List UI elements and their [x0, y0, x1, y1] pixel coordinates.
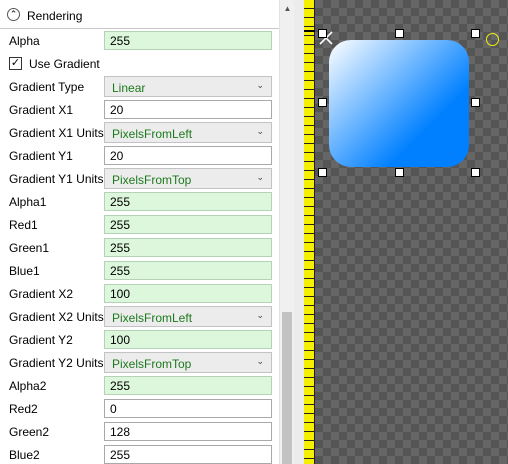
scroll-up-icon[interactable]: ▲: [280, 0, 295, 17]
resize-handle-top-right[interactable]: [471, 29, 480, 38]
use-gradient-checkbox[interactable]: ✓: [9, 57, 22, 70]
gradient-y1-units-label: Gradient Y1 Units: [9, 172, 104, 186]
gradient-x2-units-select[interactable]: PixelsFromLeft ⌄: [104, 306, 272, 327]
gradient-x2-units-label: Gradient X2 Units: [9, 310, 104, 324]
chevron-down-icon[interactable]: ⌄: [256, 80, 264, 91]
property-row-blue2: Blue2 255: [0, 443, 279, 464]
section-title: Rendering: [27, 9, 83, 23]
property-row-gradient-x1: Gradient X1 20: [0, 98, 279, 121]
gradient-type-label: Gradient Type: [9, 80, 85, 94]
gradient-type-select[interactable]: Linear ⌄: [104, 76, 272, 97]
rotate-handle[interactable]: [486, 33, 499, 46]
property-row-green1: Green1 255: [0, 236, 279, 259]
property-row-gradient-x2-units: Gradient X2 Units PixelsFromLeft ⌄: [0, 305, 279, 328]
property-row-blue1: Blue1 255: [0, 259, 279, 282]
alpha1-label: Alpha1: [9, 195, 47, 209]
gradient-y1-label: Gradient Y1: [9, 149, 73, 163]
chevron-down-icon[interactable]: ⌄: [256, 126, 264, 137]
resize-handle-bottom-right[interactable]: [471, 168, 480, 177]
green1-input[interactable]: 255: [104, 238, 272, 257]
alpha2-input[interactable]: 255: [104, 376, 272, 395]
resize-handle-right[interactable]: [471, 98, 480, 107]
gradient-x1-units-value: PixelsFromLeft: [112, 127, 193, 141]
gradient-x2-label: Gradient X2: [9, 287, 74, 301]
gradient-x1-input[interactable]: 20: [104, 100, 272, 119]
use-gradient-label[interactable]: Use Gradient: [29, 57, 100, 71]
alpha2-label: Alpha2: [9, 379, 47, 393]
ruler-position-marker: [304, 30, 315, 32]
alpha1-input[interactable]: 255: [104, 192, 272, 211]
design-canvas[interactable]: [315, 0, 508, 464]
blue2-input[interactable]: 255: [104, 445, 272, 464]
gradient-y1-units-select[interactable]: PixelsFromTop ⌄: [104, 168, 272, 189]
property-row-red1: Red1 255: [0, 213, 279, 236]
red1-input[interactable]: 255: [104, 215, 272, 234]
blue2-label: Blue2: [9, 448, 40, 462]
resize-handle-top[interactable]: [395, 29, 404, 38]
property-row-gradient-y1: Gradient Y1 20: [0, 144, 279, 167]
resize-handle-top-left[interactable]: [318, 29, 327, 38]
gradient-x2-input[interactable]: 100: [104, 284, 272, 303]
chevron-down-icon[interactable]: ⌄: [256, 310, 264, 321]
gradient-type-value: Linear: [112, 81, 146, 95]
resize-handle-left[interactable]: [318, 98, 327, 107]
vertical-ruler: [304, 0, 315, 464]
red2-input[interactable]: 0: [104, 399, 272, 418]
alpha-label: Alpha: [9, 34, 40, 48]
resize-handle-bottom[interactable]: [395, 168, 404, 177]
red1-label: Red1: [9, 218, 38, 232]
chevron-down-icon[interactable]: ⌄: [256, 172, 264, 183]
properties-panel: ⌃ Rendering Alpha 255 ✓ Use Gradient Gradien…: [0, 0, 279, 464]
gradient-y2-units-label: Gradient Y2 Units: [9, 356, 104, 370]
gradient-y2-units-select[interactable]: PixelsFromTop ⌄: [104, 352, 272, 373]
property-row-gradient-y1-units: Gradient Y1 Units PixelsFromTop ⌄: [0, 167, 279, 190]
property-row-gradient-x1-units: Gradient X1 Units PixelsFromLeft ⌄: [0, 121, 279, 144]
property-row-gradient-y2: Gradient Y2 100: [0, 328, 279, 351]
property-row-gradient-type: Gradient Type Linear ⌄: [0, 75, 279, 98]
gradient-y2-input[interactable]: 100: [104, 330, 272, 349]
gradient-x2-units-value: PixelsFromLeft: [112, 311, 193, 325]
property-row-gradient-x2: Gradient X2 100: [0, 282, 279, 305]
gradient-rounded-rectangle[interactable]: [329, 40, 469, 167]
alpha-input[interactable]: 255: [104, 31, 272, 50]
green2-label: Green2: [9, 425, 50, 439]
gradient-x1-units-select[interactable]: PixelsFromLeft ⌄: [104, 122, 272, 143]
gradient-y2-label: Gradient Y2: [9, 333, 73, 347]
scroll-thumb[interactable]: [282, 312, 292, 464]
property-row-green2: Green2 128: [0, 420, 279, 443]
resize-handle-bottom-left[interactable]: [318, 168, 327, 177]
property-row-use-gradient: ✓ Use Gradient: [0, 52, 279, 75]
property-row-red2: Red2 0: [0, 397, 279, 420]
blue1-label: Blue1: [9, 264, 40, 278]
gradient-x1-units-label: Gradient X1 Units: [9, 126, 104, 140]
panel-scrollbar[interactable]: ▲: [279, 0, 294, 464]
collapse-icon[interactable]: ⌃: [7, 8, 20, 21]
gradient-y1-input[interactable]: 20: [104, 146, 272, 165]
rendering-section-header[interactable]: ⌃ Rendering: [0, 4, 279, 29]
property-row-gradient-y2-units: Gradient Y2 Units PixelsFromTop ⌄: [0, 351, 279, 374]
property-row-alpha2: Alpha2 255: [0, 374, 279, 397]
blue1-input[interactable]: 255: [104, 261, 272, 280]
splitter[interactable]: [294, 0, 304, 464]
property-row-alpha1: Alpha1 255: [0, 190, 279, 213]
property-row-alpha: Alpha 255: [0, 29, 279, 52]
green2-input[interactable]: 128: [104, 422, 272, 441]
gradient-x1-label: Gradient X1: [9, 103, 74, 117]
red2-label: Red2: [9, 402, 38, 416]
chevron-down-icon[interactable]: ⌄: [256, 356, 264, 367]
gradient-y1-units-value: PixelsFromTop: [112, 173, 192, 187]
gradient-y2-units-value: PixelsFromTop: [112, 357, 192, 371]
green1-label: Green1: [9, 241, 50, 255]
